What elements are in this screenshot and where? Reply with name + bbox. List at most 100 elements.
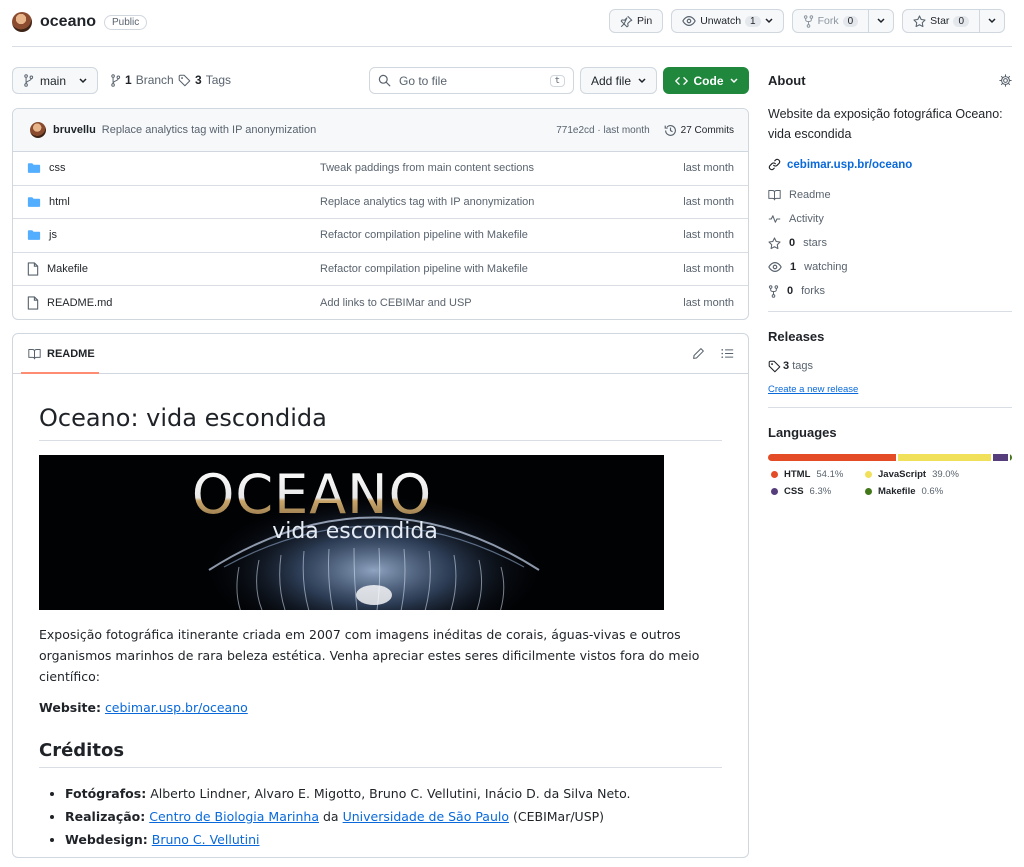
language-bar-segment[interactable] <box>768 454 897 461</box>
file-commit-message[interactable]: Refactor compilation pipeline with Makef… <box>307 229 683 241</box>
code-icon <box>674 76 688 85</box>
repo-header: oceano Public <box>12 10 148 34</box>
release-tags-link[interactable]: 3 tags <box>768 354 1012 378</box>
photographers-label: Fotógrafos: <box>65 786 147 801</box>
forks-link[interactable]: 0 forks <box>768 279 1012 303</box>
readme-header: README <box>13 334 748 374</box>
star-icon <box>913 14 926 27</box>
sidebar-divider <box>768 311 1012 312</box>
homepage-link[interactable]: cebimar.usp.br/oceano <box>768 158 1012 171</box>
outline-list-icon[interactable] <box>721 348 734 359</box>
branches-count: 1 <box>125 73 132 87</box>
watching-count: 1 <box>790 261 797 273</box>
branch-selector[interactable]: main <box>12 67 98 94</box>
branch-icon <box>24 74 34 87</box>
credit-realization: Realização: Centro de Biologia Marinha d… <box>65 805 722 828</box>
file-commit-date: last month <box>683 297 734 310</box>
forks-label: forks <box>801 285 825 297</box>
repo-name[interactable]: oceano <box>40 13 96 31</box>
language-color-dot <box>771 488 778 495</box>
readme-content: Oceano: vida escondida OCEANO vida escon… <box>13 404 748 851</box>
branch-icon <box>111 73 121 87</box>
branch-name: main <box>40 73 67 88</box>
language-percent: 6.3% <box>809 486 832 497</box>
file-commit-message[interactable]: Add links to CEBIMar and USP <box>307 297 683 309</box>
book-icon <box>28 348 41 359</box>
file-icon <box>27 296 39 310</box>
unwatch-button[interactable]: Unwatch 1 <box>671 9 784 33</box>
gear-icon[interactable] <box>999 73 1012 87</box>
commit-author[interactable]: bruvellu <box>53 124 96 136</box>
fork-label: Fork <box>817 15 839 27</box>
language-bar-segment[interactable] <box>993 454 1008 461</box>
watchers-link[interactable]: 1 watching <box>768 255 1012 279</box>
create-release-link[interactable]: Create a new release <box>768 384 1012 395</box>
readme-intro: Exposição fotográfica itinerante criada … <box>39 627 700 684</box>
commits-history-link[interactable]: 27 Commits <box>664 124 734 137</box>
readme-tab[interactable]: README <box>28 348 95 360</box>
webdesign-link[interactable]: Bruno C. Vellutini <box>152 832 260 847</box>
usp-link[interactable]: Universidade de São Paulo <box>343 809 509 824</box>
language-item[interactable]: Makefile 0.6% <box>865 486 995 497</box>
star-button[interactable]: Star 0 <box>902 9 1005 33</box>
file-name[interactable]: README.md <box>47 297 112 309</box>
stars-link[interactable]: 0 stars <box>768 231 1012 255</box>
go-to-file-input[interactable]: Go to file t <box>369 67 574 94</box>
language-item[interactable]: JavaScript 39.0% <box>865 469 995 480</box>
language-item[interactable]: CSS 6.3% <box>771 486 865 497</box>
pulse-icon <box>768 215 781 223</box>
folder-icon <box>27 197 41 207</box>
add-file-button[interactable]: Add file <box>580 67 657 94</box>
chevron-down-icon <box>79 77 87 83</box>
language-item[interactable]: HTML 54.1% <box>771 469 865 480</box>
file-commit-message[interactable]: Replace analytics tag with IP anonymizat… <box>307 196 683 208</box>
star-dropdown[interactable] <box>979 10 1004 32</box>
pencil-icon[interactable] <box>692 347 705 360</box>
activity-link[interactable]: Activity <box>768 207 1012 231</box>
file-row[interactable]: README.md Add links to CEBIMar and USP las… <box>13 286 748 319</box>
sidebar-divider <box>768 407 1012 408</box>
stars-label: stars <box>803 237 827 249</box>
fork-button[interactable]: Fork 0 <box>791 9 895 33</box>
about-heading: About <box>768 72 806 88</box>
commit-message[interactable]: Replace analytics tag with IP anonymizat… <box>102 124 316 136</box>
readme-tab-label: README <box>47 347 95 360</box>
file-name[interactable]: js <box>49 229 57 241</box>
file-row[interactable]: Makefile Refactor compilation pipeline wi… <box>13 253 748 287</box>
readme-link[interactable]: Readme <box>768 183 1012 207</box>
pin-label: Pin <box>637 15 653 27</box>
website-label: Website: <box>39 700 101 715</box>
pin-button[interactable]: Pin <box>609 9 664 33</box>
commit-sha-time[interactable]: 771e2cd · last month <box>556 125 649 136</box>
language-percent: 54.1% <box>816 469 844 480</box>
pin-icon <box>620 15 633 27</box>
fork-dropdown[interactable] <box>868 10 893 32</box>
branches-link[interactable]: 1 Branch <box>110 73 174 87</box>
language-bar-segment[interactable] <box>1010 454 1012 461</box>
code-button[interactable]: Code <box>663 67 749 94</box>
file-row[interactable]: css Tweak paddings from main content sect… <box>13 152 748 186</box>
language-bar-segment[interactable] <box>898 454 992 461</box>
stars-count: 0 <box>789 237 796 249</box>
file-commit-message[interactable]: Refactor compilation pipeline with Makef… <box>307 263 683 275</box>
file-name[interactable]: Makefile <box>47 263 88 275</box>
cebimar-link[interactable]: Centro de Biologia Marinha <box>149 809 319 824</box>
tags-link[interactable]: 3 Tags <box>178 73 231 87</box>
language-color-dot <box>771 471 778 478</box>
file-commit-message[interactable]: Tweak paddings from main content section… <box>307 162 683 174</box>
language-percent: 0.6% <box>921 486 944 497</box>
chevron-down-icon <box>729 77 738 83</box>
owner-avatar[interactable] <box>12 12 32 32</box>
readme-website-link[interactable]: cebimar.usp.br/oceano <box>105 700 248 715</box>
chevron-down-icon <box>988 18 996 24</box>
file-row[interactable]: js Refactor compilation pipeline with Mak… <box>13 219 748 253</box>
author-avatar[interactable] <box>30 122 46 138</box>
banner-subtitle: vida escondida <box>272 519 438 544</box>
star-label: Star <box>930 15 950 27</box>
file-name[interactable]: html <box>49 196 70 208</box>
file-row[interactable]: html Replace analytics tag with IP anonym… <box>13 186 748 220</box>
file-name[interactable]: css <box>49 162 66 174</box>
latest-commit-bar: bruvellu Replace analytics tag with IP a… <box>13 109 748 152</box>
star-count: 0 <box>953 15 969 27</box>
releases-heading[interactable]: Releases <box>768 329 1012 344</box>
